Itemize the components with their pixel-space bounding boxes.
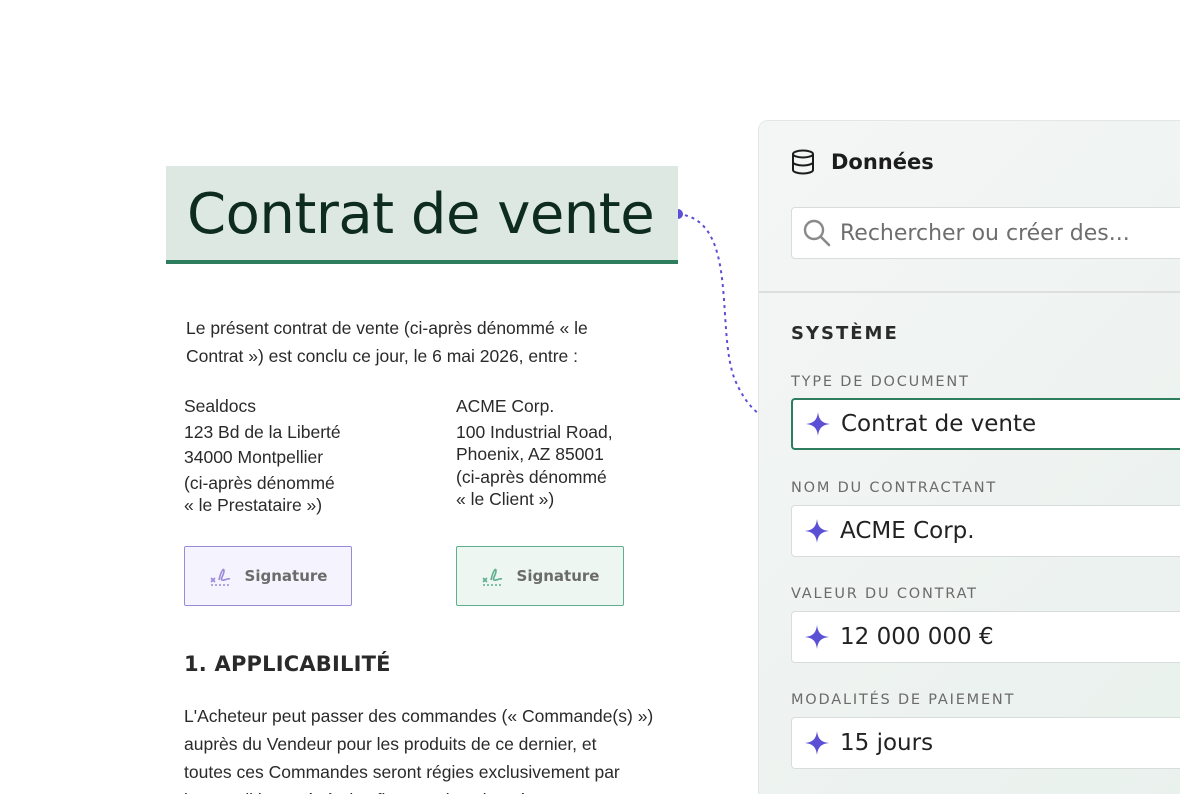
section-body: L'Acheteur peut passer des commandes (« … [184, 702, 704, 794]
signature-button-client[interactable]: Signature [456, 546, 624, 606]
database-icon [792, 149, 814, 175]
field-value: ACME Corp. [840, 518, 975, 544]
field-label-payment-terms: MODALITÉS DE PAIEMENT [791, 692, 1016, 708]
party-client: ACME Corp. 100 Industrial Road, Phoenix,… [456, 395, 696, 511]
field-contractor-name[interactable]: ACME Corp. [791, 505, 1180, 557]
party-role: « le Client ») [456, 489, 555, 509]
panel-divider [759, 291, 1180, 293]
field-label-contract-value: VALEUR DU CONTRAT [791, 586, 978, 602]
sparkle-icon [806, 412, 830, 436]
field-value: Contrat de vente [841, 411, 1037, 437]
section-line: auprès du Vendeur pour les produits de c… [184, 734, 597, 754]
party-role: « le Prestataire ») [184, 495, 323, 515]
field-contract-value[interactable]: 12 000 000 € [791, 611, 1180, 663]
panel-section-label: SYSTÈME [791, 323, 899, 344]
panel-header: Données [791, 149, 934, 175]
intro-line: Contrat ») est conclu ce jour, le 6 mai … [186, 346, 579, 366]
field-payment-terms[interactable]: 15 jours [791, 717, 1180, 769]
field-label-contractor-name: NOM DU CONTRACTANT [791, 480, 998, 496]
party-name: ACME Corp. [456, 396, 555, 416]
search-box[interactable] [791, 207, 1180, 259]
sparkle-icon [805, 625, 829, 649]
sparkle-icon [805, 519, 829, 543]
party-role: (ci-après dénommé [456, 466, 607, 487]
party-address: 100 Industrial Road, [456, 421, 613, 442]
section-heading: 1. APPLICABILITÉ [184, 652, 391, 676]
party-address: 34000 Montpellier [184, 447, 324, 467]
intro-paragraph: Le présent contrat de vente (ci-après dé… [186, 314, 656, 370]
data-panel: Données SYSTÈME TYPE DE DOCUMENT Contrat… [758, 120, 1180, 794]
panel-title: Données [831, 150, 934, 174]
signature-icon [209, 568, 231, 586]
document-title: Contrat de vente [187, 182, 655, 247]
document-title-highlight[interactable]: Contrat de vente [166, 166, 678, 264]
signature-label: Signature [244, 567, 328, 585]
field-value: 12 000 000 € [840, 624, 994, 650]
party-name: Sealdocs [184, 396, 256, 416]
field-document-type[interactable]: Contrat de vente [791, 398, 1180, 450]
field-value: 15 jours [840, 730, 934, 756]
sparkle-icon [805, 731, 829, 755]
party-provider: Sealdocs 123 Bd de la Liberté 34000 Mont… [184, 395, 424, 517]
party-address: 123 Bd de la Liberté [184, 421, 341, 442]
party-role: (ci-après dénommé [184, 472, 335, 493]
party-address: Phoenix, AZ 85001 [456, 444, 604, 464]
field-label-document-type: TYPE DE DOCUMENT [791, 374, 970, 390]
section-line: L'Acheteur peut passer des commandes (« … [184, 706, 654, 726]
search-input[interactable] [840, 220, 1180, 246]
section-line: les conditions générales figurant dans l… [184, 786, 704, 794]
signature-button-provider[interactable]: Signature [184, 546, 352, 606]
signature-icon [481, 568, 503, 586]
intro-line: Le présent contrat de vente (ci-après dé… [186, 318, 588, 338]
search-icon [803, 219, 831, 247]
signature-label: Signature [516, 567, 600, 585]
section-line: toutes ces Commandes seront régies exclu… [184, 762, 620, 782]
